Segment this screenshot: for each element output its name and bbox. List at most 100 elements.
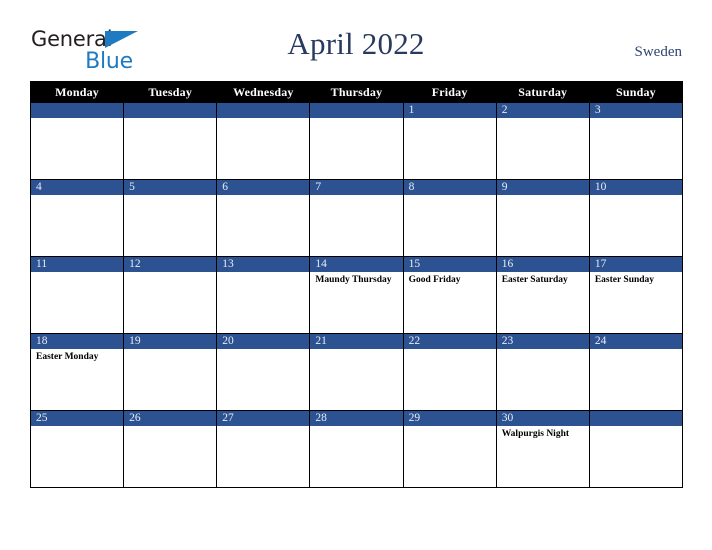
calendar-day-cell[interactable]: 23 [495,333,590,411]
day-number: 6 [217,180,310,195]
calendar-day-cell[interactable]: 3 [588,102,684,180]
calendar-day-cell[interactable]: 11 [29,256,125,334]
day-content [31,195,123,254]
calendar-day-cell[interactable]: 7 [309,179,404,257]
calendar-day-cell[interactable]: 17 Easter Sunday [588,256,684,334]
calendar-day-cell[interactable]: 28 [309,410,404,488]
day-number: 16 [496,257,589,272]
day-content [217,118,309,177]
day-content [124,426,216,485]
calendar-day-cell[interactable]: 16 Easter Saturday [495,256,590,334]
calendar-day-cell[interactable] [216,102,311,180]
day-number: 24 [589,334,682,349]
day-content [217,349,309,408]
day-number [124,103,217,118]
calendar-day-cell[interactable]: 4 [29,179,125,257]
day-number: 4 [31,180,124,195]
calendar-day-cell[interactable]: 12 [123,256,218,334]
day-content [590,349,682,408]
day-number: 14 [310,257,403,272]
calendar-day-cell[interactable]: 20 [216,333,311,411]
day-content [590,426,682,485]
calendar-day-cell[interactable]: 10 [588,179,684,257]
day-number [310,103,403,118]
calendar-day-cell[interactable]: 2 [495,102,590,180]
day-content: Easter Sunday [590,272,682,331]
calendar-day-cell[interactable] [309,102,404,180]
day-content [497,118,589,177]
calendar-day-cell[interactable]: 6 [216,179,311,257]
day-number: 23 [496,334,589,349]
day-content [124,118,216,177]
day-number: 26 [124,411,217,426]
day-number: 18 [31,334,124,349]
day-number: 9 [496,180,589,195]
day-number: 2 [496,103,589,118]
day-number: 21 [310,334,403,349]
day-content [31,426,123,485]
day-content: Good Friday [404,272,496,331]
day-number: 7 [310,180,403,195]
weekday-header-tuesday: Tuesday [123,81,218,103]
day-number [31,103,124,118]
day-number: 17 [589,257,682,272]
day-content [217,426,309,485]
holiday-label: Easter Sunday [594,275,655,285]
calendar-day-cell[interactable]: 27 [216,410,311,488]
calendar-day-cell[interactable]: 30 Walpurgis Night [495,410,590,488]
calendar-day-cell[interactable]: 15 Good Friday [402,256,497,334]
day-content [404,426,496,485]
day-number: 27 [217,411,310,426]
calendar-day-cell[interactable]: 21 [309,333,404,411]
calendar-header-row: Monday Tuesday Wednesday Thursday Friday… [29,81,684,103]
day-number: 3 [589,103,682,118]
calendar-day-cell[interactable]: 13 [216,256,311,334]
calendar-week-row: 25 26 27 28 29 30 Walpurgis Night [29,410,684,488]
calendar-day-cell[interactable]: 22 [402,333,497,411]
day-number: 28 [310,411,403,426]
calendar-day-cell[interactable]: 26 [123,410,218,488]
weekday-header-wednesday: Wednesday [216,81,311,103]
day-content [31,272,123,331]
day-content: Easter Saturday [497,272,589,331]
day-number: 12 [124,257,217,272]
weekday-header-sunday: Sunday [588,81,684,103]
day-number: 19 [124,334,217,349]
holiday-label: Easter Monday [36,352,99,362]
calendar-week-row: 11 12 13 14 Maundy Thursday 15 Good Friday 16 Ea… [29,256,684,334]
calendar-body: 1 2 3 4 5 6 7 8 9 10 11 12 13 14 Maundy Thursday 15 Good… [29,102,684,488]
weekday-header-thursday: Thursday [309,81,404,103]
day-content [310,426,402,485]
calendar-day-cell[interactable]: 18 Easter Monday [29,333,125,411]
calendar-day-cell[interactable]: 19 [123,333,218,411]
calendar-day-cell[interactable] [29,102,125,180]
calendar-day-cell[interactable] [588,410,684,488]
calendar-day-cell[interactable] [123,102,218,180]
day-content [124,195,216,254]
day-content: Easter Monday [31,349,123,408]
holiday-label: Good Friday [408,275,461,285]
day-number: 30 [496,411,589,426]
day-content: Walpurgis Night [497,426,589,485]
weekday-header-row: Monday Tuesday Wednesday Thursday Friday… [29,81,684,103]
calendar-day-cell[interactable]: 5 [123,179,218,257]
holiday-label: Easter Saturday [501,275,568,285]
calendar-day-cell[interactable]: 25 [29,410,125,488]
day-number: 13 [217,257,310,272]
day-content [124,349,216,408]
calendar-day-cell[interactable]: 29 [402,410,497,488]
day-content [590,118,682,177]
calendar-week-row: 18 Easter Monday 19 20 21 22 23 24 [29,333,684,411]
page-header: General Blue April 2022 Sweden [0,0,712,80]
calendar-day-cell[interactable]: 8 [402,179,497,257]
calendar-day-cell[interactable]: 14 Maundy Thursday [309,256,404,334]
day-content: Maundy Thursday [310,272,402,331]
calendar-page: General Blue April 2022 Sweden Monday Tu… [0,0,712,550]
day-content [31,118,123,177]
day-content [404,349,496,408]
calendar-day-cell[interactable]: 1 [402,102,497,180]
day-number: 20 [217,334,310,349]
calendar-day-cell[interactable]: 24 [588,333,684,411]
day-content [217,272,309,331]
calendar-day-cell[interactable]: 9 [495,179,590,257]
